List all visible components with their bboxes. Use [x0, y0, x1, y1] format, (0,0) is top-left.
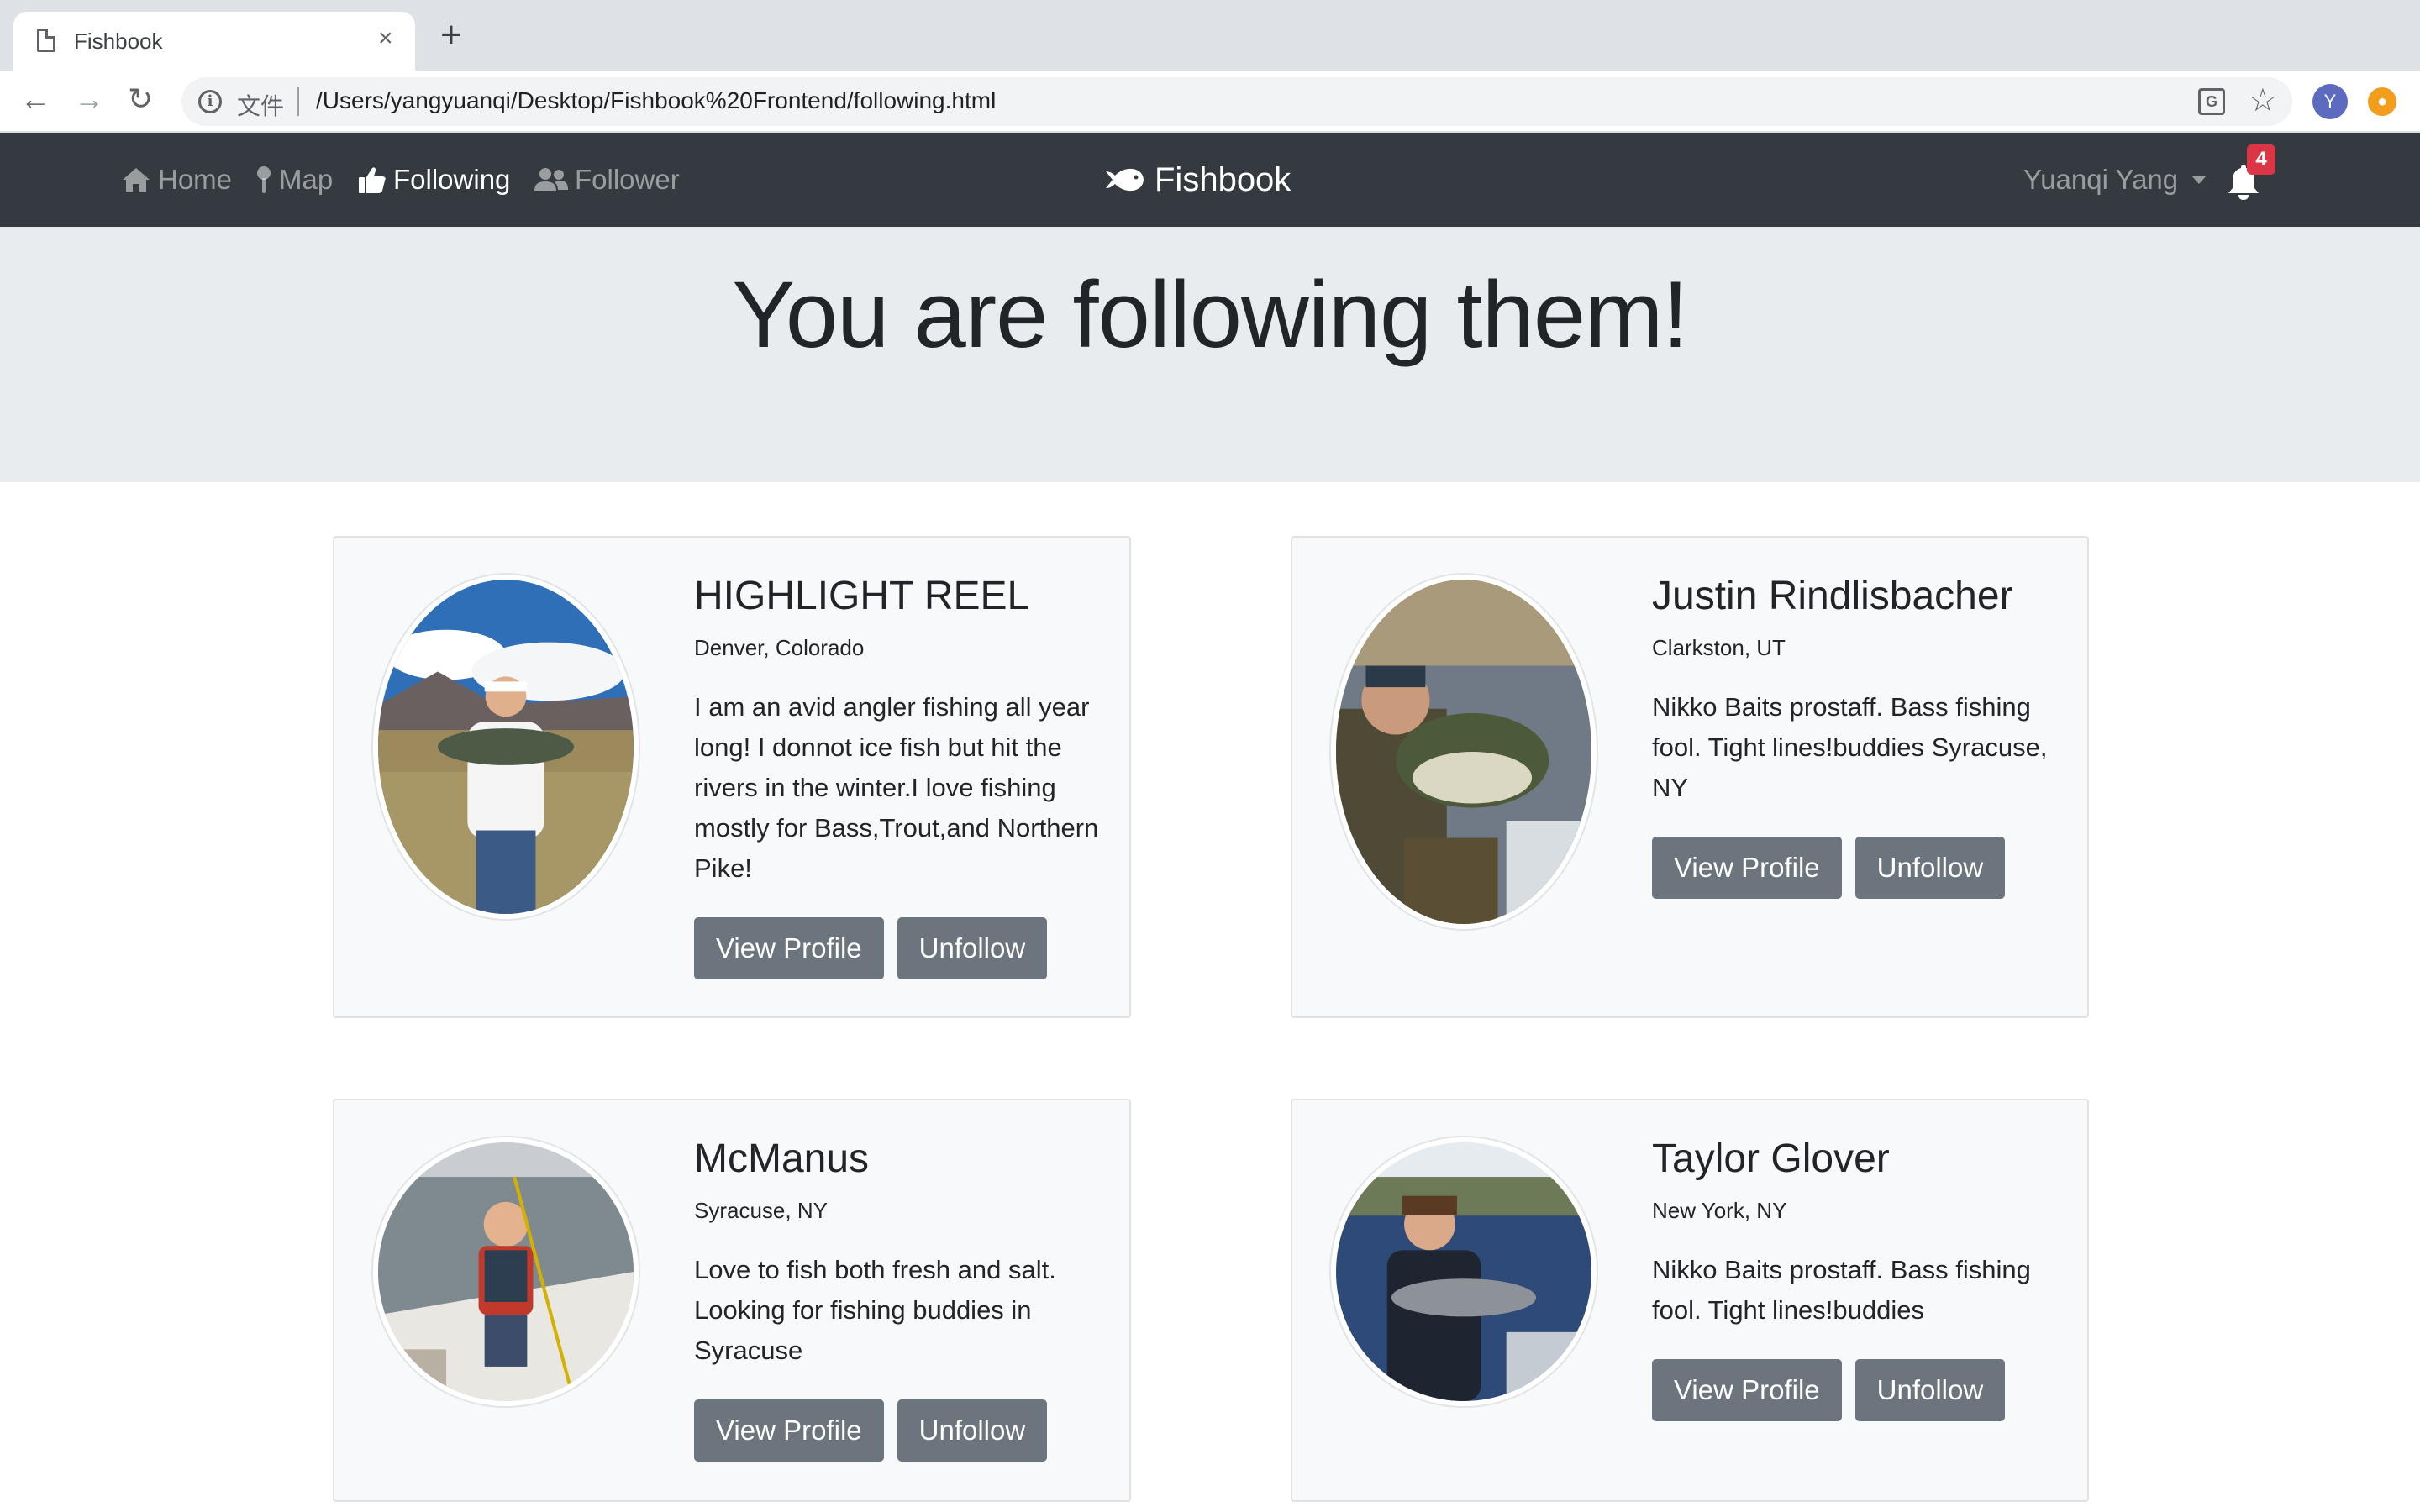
- nav-follower[interactable]: Follower: [534, 161, 680, 198]
- info-icon[interactable]: i: [198, 90, 222, 113]
- unfollow-button[interactable]: Unfollow: [1854, 1359, 2006, 1421]
- jumbotron: You are following them!: [0, 227, 2420, 482]
- browser-tab-strip: Fishbook × +: [0, 0, 2420, 71]
- nav-following-label: Following: [393, 164, 511, 195]
- view-profile-button[interactable]: View Profile: [694, 1399, 884, 1462]
- nav-home-label: Home: [158, 164, 233, 195]
- thumbs-up-icon: [359, 167, 386, 193]
- users-icon: [534, 168, 568, 191]
- card-actions: View Profile Unfollow: [694, 917, 1114, 979]
- avatar: [1329, 573, 1598, 931]
- card-name: HIGHLIGHT REEL: [694, 574, 1030, 618]
- card-bio: Nikko Baits prostaff. Bass fishing fool.…: [1652, 1255, 2031, 1325]
- page-title: You are following them!: [732, 262, 1688, 367]
- nav-following[interactable]: Following: [358, 161, 510, 198]
- avatar: [371, 1136, 640, 1408]
- card-body: HIGHLIGHT REEL Denver, Colorado I am an …: [694, 571, 1114, 979]
- scheme-label: 文件: [237, 93, 285, 119]
- brand-name: Fishbook: [1155, 160, 1292, 198]
- user-dropdown[interactable]: Yuanqi Yang: [2023, 161, 2207, 198]
- notification-badge: 4: [2247, 144, 2275, 175]
- card-actions: View Profile Unfollow: [694, 1399, 1114, 1462]
- new-tab-button[interactable]: +: [440, 17, 462, 54]
- nav-map[interactable]: Map: [255, 161, 333, 198]
- view-profile-button[interactable]: View Profile: [1652, 837, 1842, 899]
- following-card: Justin Rindlisbacher Clarkston, UT Nikko…: [1291, 536, 2089, 1018]
- card-location: Denver, Colorado: [694, 635, 865, 660]
- translate-icon[interactable]: G: [2198, 88, 2225, 115]
- site-navbar: Home Map Following Follower Fishbook Yua…: [0, 133, 2420, 227]
- user-name: Yuanqi Yang: [2023, 164, 2179, 195]
- forward-button[interactable]: →: [74, 82, 104, 116]
- avatar-photo: [378, 1142, 634, 1401]
- address-bar[interactable]: i 文件 /Users/yangyuanqi/Desktop/Fishbook%…: [182, 77, 2292, 126]
- card-bio: Love to fish both fresh and salt. Lookin…: [694, 1255, 1056, 1365]
- chevron-down-icon: [2191, 176, 2207, 184]
- card-actions: View Profile Unfollow: [1652, 837, 2072, 899]
- profile-avatar-icon[interactable]: Y: [2312, 84, 2348, 119]
- avatar-photo: [1336, 1142, 1591, 1401]
- card-bio: Nikko Baits prostaff. Bass fishing fool.…: [1652, 692, 2048, 802]
- card-actions: View Profile Unfollow: [1652, 1359, 2072, 1421]
- brand-link[interactable]: Fishbook: [1104, 158, 1291, 202]
- avatar-photo: [378, 580, 634, 914]
- view-profile-button[interactable]: View Profile: [1652, 1359, 1842, 1421]
- following-card: HIGHLIGHT REEL Denver, Colorado I am an …: [333, 536, 1131, 1018]
- avatar-photo: [1336, 580, 1591, 924]
- card-name: Taylor Glover: [1652, 1137, 1890, 1181]
- url-text[interactable]: /Users/yangyuanqi/Desktop/Fishbook%20Fro…: [316, 87, 996, 114]
- card-location: New York, NY: [1652, 1198, 1787, 1223]
- browser-toolbar: ← → ↻ i 文件 /Users/yangyuanqi/Desktop/Fis…: [0, 71, 2420, 133]
- back-button[interactable]: ←: [20, 82, 50, 116]
- unfollow-button[interactable]: Unfollow: [1854, 837, 2006, 899]
- close-icon[interactable]: ×: [378, 25, 393, 52]
- avatar: [371, 573, 640, 921]
- address-divider: [297, 87, 299, 116]
- following-card: Taylor Glover New York, NY Nikko Baits p…: [1291, 1099, 2089, 1502]
- nav-map-label: Map: [279, 164, 334, 195]
- reload-button[interactable]: ↻: [128, 82, 153, 116]
- unfollow-button[interactable]: Unfollow: [897, 1399, 1048, 1462]
- nav-follower-label: Follower: [575, 164, 680, 195]
- card-name: McManus: [694, 1137, 870, 1181]
- map-pin-icon: [257, 166, 271, 193]
- card-name: Justin Rindlisbacher: [1652, 574, 2013, 618]
- card-bio: I am an avid angler fishing all year lon…: [694, 692, 1099, 883]
- card-location: Syracuse, NY: [694, 1198, 828, 1223]
- card-body: Taylor Glover New York, NY Nikko Baits p…: [1652, 1134, 2072, 1421]
- view-profile-button[interactable]: View Profile: [694, 917, 884, 979]
- document-icon: [37, 29, 55, 52]
- following-card: McManus Syracuse, NY Love to fish both f…: [333, 1099, 1131, 1502]
- fish-icon: [1106, 168, 1144, 192]
- bookmark-star-icon[interactable]: ☆: [2249, 82, 2277, 119]
- unfollow-button[interactable]: Unfollow: [897, 917, 1048, 979]
- extension-icon[interactable]: ●: [2368, 87, 2396, 116]
- avatar: [1329, 1136, 1598, 1408]
- tab-title: Fishbook: [74, 29, 163, 54]
- browser-tab[interactable]: Fishbook ×: [13, 12, 415, 71]
- nav-home[interactable]: Home: [121, 161, 232, 198]
- card-body: Justin Rindlisbacher Clarkston, UT Nikko…: [1652, 571, 2072, 899]
- card-body: McManus Syracuse, NY Love to fish both f…: [694, 1134, 1114, 1462]
- card-location: Clarkston, UT: [1652, 635, 1786, 660]
- home-icon: [123, 168, 150, 192]
